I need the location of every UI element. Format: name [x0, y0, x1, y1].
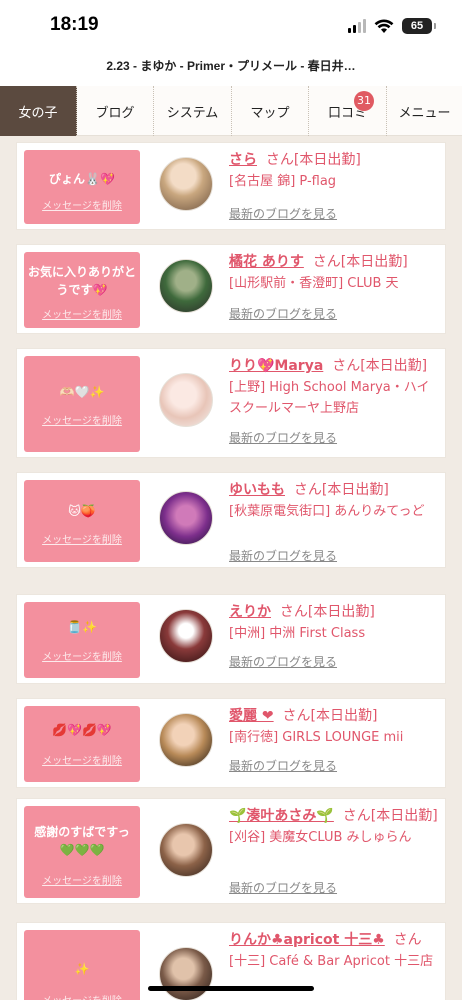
list-item: 感謝のすばですっ💚💚💚 メッセージを削除 🌱湊叶あさみ🌱 さん[本日出勤] [刈…: [16, 798, 446, 904]
signal-icon: [348, 19, 366, 33]
shop-link[interactable]: [山形駅前・香澄町] CLUB 天: [229, 273, 441, 294]
list-item: 🐱🍑 メッセージを削除 ゆいもも さん[本日出勤] [秋葉原電気街口] あんりみ…: [16, 472, 446, 568]
entry-info: 橘花 ありす さん[本日出勤] [山形駅前・香澄町] CLUB 天: [229, 252, 441, 294]
avatar[interactable]: [159, 609, 213, 663]
message-text: 🫶🏻🤍✨: [59, 385, 105, 399]
avatar[interactable]: [159, 823, 213, 877]
girl-name-link[interactable]: 愛麗 ❤: [229, 708, 274, 724]
shop-link[interactable]: [名古屋 錦] P-flag: [229, 171, 441, 192]
entry-info: りり💖Marya さん[本日出勤] [上野] High School Marya…: [229, 356, 441, 419]
shop-link[interactable]: [秋葉原電気街口] あんりみてっど: [229, 501, 441, 522]
avatar[interactable]: [159, 947, 213, 1000]
message-text: ✨: [74, 962, 90, 976]
entry-info: りんか♣apricot 十三♣ さん [十三] Café & Bar Apric…: [229, 930, 441, 972]
delete-message-link[interactable]: メッセージを削除: [24, 872, 140, 887]
shop-link[interactable]: [中洲] 中洲 First Class: [229, 623, 441, 644]
page-title: 2.23 - まゆか - Primer・プリメール - 春日井…: [0, 54, 462, 86]
girl-name-link[interactable]: 橘花 ありす: [229, 254, 304, 270]
blog-link[interactable]: 最新のブログを見る: [229, 305, 337, 322]
avatar[interactable]: [159, 157, 213, 211]
tab-map[interactable]: マップ: [232, 86, 309, 136]
list-item: 🫙✨ メッセージを削除 えりか さん[本日出勤] [中洲] 中洲 First C…: [16, 594, 446, 684]
shop-link[interactable]: [刈谷] 美魔女CLUB みしゅらん: [229, 827, 441, 848]
tab-reviews[interactable]: 口コミ 31: [309, 86, 387, 136]
message-text: お気に入りありがとうです💖: [28, 265, 137, 297]
blog-link[interactable]: 最新のブログを見る: [229, 205, 337, 222]
entry-info: ゆいもも さん[本日出勤] [秋葉原電気街口] あんりみてっど: [229, 480, 441, 522]
message-box: お気に入りありがとうです💖 メッセージを削除: [24, 252, 140, 328]
message-text: 🫙✨: [67, 620, 97, 634]
entry-info: えりか さん[本日出勤] [中洲] 中洲 First Class: [229, 602, 441, 644]
girl-name-link[interactable]: 🌱湊叶あさみ🌱: [229, 808, 334, 824]
message-box: 🐱🍑 メッセージを削除: [24, 480, 140, 562]
avatar[interactable]: [159, 259, 213, 313]
battery-icon: 65: [402, 18, 436, 34]
avatar[interactable]: [159, 373, 213, 427]
list-item: 🫶🏻🤍✨ メッセージを削除 りり💖Marya さん[本日出勤] [上野] Hig…: [16, 348, 446, 458]
list-item: お気に入りありがとうです💖 メッセージを削除 橘花 ありす さん[本日出勤] […: [16, 244, 446, 334]
status-time: 18:19: [50, 14, 99, 35]
entry-info: 🌱湊叶あさみ🌱 さん[本日出勤] [刈谷] 美魔女CLUB みしゅらん: [229, 806, 441, 848]
message-box: 🫶🏻🤍✨ メッセージを削除: [24, 356, 140, 452]
blog-link[interactable]: 最新のブログを見る: [229, 429, 337, 446]
shop-link[interactable]: [十三] Café & Bar Apricot 十三店: [229, 951, 441, 972]
tab-system[interactable]: システム: [154, 86, 232, 136]
tab-menu[interactable]: メニュー: [387, 86, 462, 136]
tab-blog[interactable]: ブログ: [77, 86, 154, 136]
message-box: ぴょん🐰💖 メッセージを削除: [24, 150, 140, 224]
girl-name-link[interactable]: りり💖Marya: [229, 358, 323, 374]
girl-name-link[interactable]: さら: [229, 152, 257, 168]
delete-message-link[interactable]: メッセージを削除: [24, 992, 140, 1000]
message-text: 感謝のすばですっ💚💚💚: [34, 825, 130, 857]
delete-message-link[interactable]: メッセージを削除: [24, 752, 140, 767]
entry-info: さら さん[本日出勤] [名古屋 錦] P-flag: [229, 150, 441, 192]
tab-girls[interactable]: 女の子: [0, 86, 77, 136]
blog-link[interactable]: 最新のブログを見る: [229, 547, 337, 564]
message-text: 💋💖💋💖: [52, 723, 112, 737]
shop-link[interactable]: [上野] High School Marya・ハイスクールマーヤ上野店: [229, 377, 441, 419]
message-text: ぴょん🐰💖: [49, 172, 115, 186]
girl-name-link[interactable]: えりか: [229, 604, 271, 620]
reviews-count-badge: 31: [354, 91, 374, 111]
blog-link[interactable]: 最新のブログを見る: [229, 653, 337, 670]
blog-link[interactable]: 最新のブログを見る: [229, 879, 337, 896]
delete-message-link[interactable]: メッセージを削除: [24, 531, 140, 546]
blog-link[interactable]: 最新のブログを見る: [229, 757, 337, 774]
delete-message-link[interactable]: メッセージを削除: [24, 648, 140, 663]
list-item: ぴょん🐰💖 メッセージを削除 さら さん[本日出勤] [名古屋 錦] P-fla…: [16, 142, 446, 230]
message-text: 🐱🍑: [68, 504, 96, 518]
delete-message-link[interactable]: メッセージを削除: [24, 306, 140, 321]
message-box: 💋💖💋💖 メッセージを削除: [24, 706, 140, 782]
girl-name-link[interactable]: ゆいもも: [229, 482, 285, 498]
avatar[interactable]: [159, 713, 213, 767]
status-bar: 18:19 65: [0, 0, 462, 54]
shop-link[interactable]: [南行徳] GIRLS LOUNGE mii: [229, 727, 441, 748]
home-indicator: [148, 986, 314, 991]
avatar[interactable]: [159, 491, 213, 545]
delete-message-link[interactable]: メッセージを削除: [24, 412, 140, 427]
list-item: 💋💖💋💖 メッセージを削除 愛麗 ❤ さん[本日出勤] [南行徳] GIRLS …: [16, 698, 446, 788]
message-box: 🫙✨ メッセージを削除: [24, 602, 140, 678]
message-box: 感謝のすばですっ💚💚💚 メッセージを削除: [24, 806, 140, 898]
message-box: ✨ メッセージを削除: [24, 930, 140, 1000]
entry-info: 愛麗 ❤ さん[本日出勤] [南行徳] GIRLS LOUNGE mii: [229, 706, 441, 748]
tab-bar: 女の子 ブログ システム マップ 口コミ 31 メニュー: [0, 86, 462, 136]
girl-name-link[interactable]: りんか♣apricot 十三♣: [229, 932, 385, 948]
wifi-icon: [374, 18, 394, 34]
status-icons: 65: [348, 16, 436, 36]
delete-message-link[interactable]: メッセージを削除: [24, 197, 140, 212]
